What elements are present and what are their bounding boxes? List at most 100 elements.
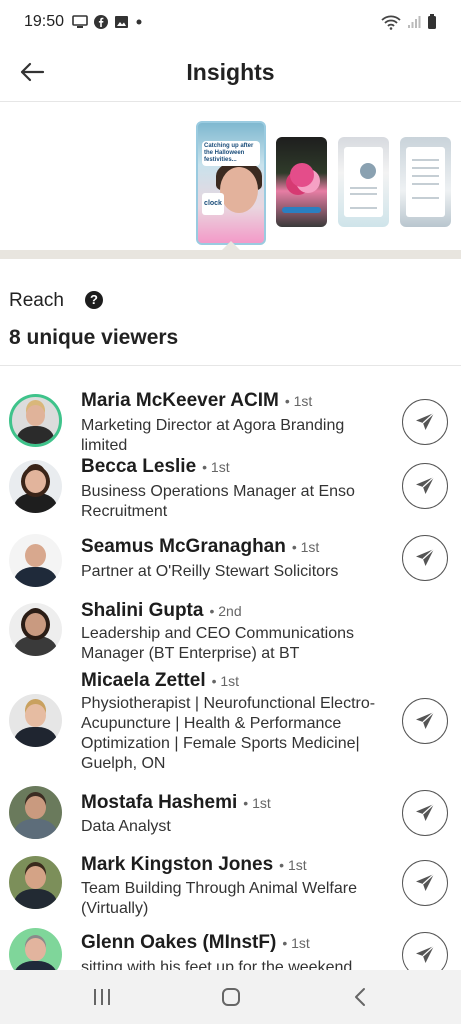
story-thumbnail[interactable] bbox=[400, 137, 451, 227]
story-thumbnail[interactable] bbox=[338, 137, 389, 227]
viewer-headline: Team Building Through Animal Welfare (Vi… bbox=[81, 880, 357, 917]
story-thumbnail[interactable] bbox=[276, 137, 327, 227]
story-thumbnails: Catching up after the Halloween festivit… bbox=[0, 103, 461, 259]
status-bar: 19:50 bbox=[0, 0, 461, 44]
send-message-button[interactable] bbox=[402, 860, 448, 906]
doc-line bbox=[412, 159, 439, 161]
viewer-name[interactable]: Seamus McGranaghan • 1st bbox=[81, 536, 319, 558]
home-icon bbox=[222, 988, 240, 1006]
send-message-button[interactable] bbox=[402, 932, 448, 970]
recent-apps-button[interactable] bbox=[82, 982, 122, 1012]
viewer-name[interactable]: Glenn Oakes (MInstF) • 1st bbox=[81, 932, 310, 954]
connection-degree: • 1st bbox=[279, 857, 307, 873]
avatar-body bbox=[14, 635, 57, 656]
avatar-body bbox=[14, 492, 57, 513]
avatar[interactable] bbox=[9, 694, 62, 747]
avatar[interactable] bbox=[9, 394, 62, 447]
status-time: 19:50 bbox=[24, 13, 65, 30]
dot-icon bbox=[136, 19, 142, 25]
profile-card-image bbox=[344, 147, 383, 217]
connection-degree: • 1st bbox=[243, 795, 271, 811]
avatar-body bbox=[14, 566, 57, 587]
doc-line bbox=[412, 197, 439, 199]
signal-icon bbox=[408, 16, 421, 28]
avatar-body bbox=[14, 818, 57, 839]
viewer-headline: Data Analyst bbox=[81, 818, 171, 835]
send-icon bbox=[416, 873, 435, 891]
avatar-body bbox=[14, 960, 57, 970]
battery-icon bbox=[428, 14, 436, 29]
send-message-button[interactable] bbox=[402, 463, 448, 509]
recent-apps-icon bbox=[94, 989, 110, 1005]
system-navigation-bar bbox=[0, 970, 461, 1024]
send-icon bbox=[416, 945, 435, 963]
viewer-name-text: Mark Kingston Jones bbox=[81, 854, 274, 875]
unique-viewers-count: 8 unique viewers bbox=[9, 326, 179, 349]
avatar-body bbox=[14, 726, 57, 747]
story-brand-label: clock bbox=[202, 193, 224, 215]
reach-section: Reach ? 8 unique viewers bbox=[0, 280, 461, 366]
viewer-headline: Partner at O'Reilly Stewart Solicitors bbox=[81, 563, 339, 580]
avatar[interactable] bbox=[9, 856, 62, 909]
avatar-body bbox=[16, 426, 55, 444]
story-thumbnail-selected[interactable]: Catching up after the Halloween festivit… bbox=[196, 121, 266, 245]
avatar-head bbox=[24, 865, 47, 889]
system-back-button[interactable] bbox=[340, 982, 380, 1012]
viewer-name-text: Becca Leslie bbox=[81, 456, 197, 477]
send-icon bbox=[416, 412, 435, 430]
viewer-name-text: Shalini Gupta bbox=[81, 600, 204, 621]
avatar[interactable] bbox=[9, 534, 62, 587]
viewer-name[interactable]: Micaela Zettel • 1st bbox=[81, 670, 239, 692]
send-icon bbox=[416, 476, 435, 494]
avatar[interactable] bbox=[9, 460, 62, 513]
avatar-head bbox=[26, 405, 45, 427]
back-button[interactable] bbox=[16, 56, 48, 88]
facebook-icon bbox=[94, 15, 109, 29]
viewer-name[interactable]: Mark Kingston Jones • 1st bbox=[81, 854, 307, 876]
avatar[interactable] bbox=[9, 786, 62, 839]
section-divider bbox=[0, 250, 461, 259]
connection-degree: • 1st bbox=[291, 539, 320, 555]
home-button[interactable] bbox=[211, 982, 251, 1012]
doc-line bbox=[412, 183, 439, 185]
send-message-button[interactable] bbox=[402, 790, 448, 836]
reach-label: Reach bbox=[9, 290, 64, 311]
send-message-button[interactable] bbox=[402, 399, 448, 445]
flower-image bbox=[290, 163, 314, 187]
connection-degree: • 1st bbox=[211, 673, 240, 689]
send-message-button[interactable] bbox=[402, 535, 448, 581]
connection-degree: • 1st bbox=[284, 393, 313, 409]
avatar-head bbox=[24, 469, 47, 493]
viewer-name[interactable]: Mostafa Hashemi • 1st bbox=[81, 792, 271, 814]
help-icon[interactable]: ? bbox=[85, 291, 103, 309]
card-line bbox=[350, 207, 377, 209]
viewer-name-text: Maria McKeever ACIM bbox=[81, 390, 279, 411]
send-icon bbox=[416, 803, 435, 821]
document-image bbox=[406, 147, 445, 217]
connection-degree: • 2nd bbox=[209, 603, 242, 619]
arrow-left-icon bbox=[20, 62, 45, 82]
send-icon bbox=[416, 711, 435, 729]
card-avatar bbox=[360, 163, 376, 179]
viewer-name-text: Seamus McGranaghan bbox=[81, 536, 286, 557]
send-message-button[interactable] bbox=[402, 698, 448, 744]
viewer-headline: sitting with his feet up for the weekend bbox=[81, 959, 353, 970]
viewer-name[interactable]: Shalini Gupta • 2nd bbox=[81, 600, 242, 622]
avatar-head bbox=[24, 937, 47, 961]
viewer-name-text: Glenn Oakes (MInstF) bbox=[81, 932, 277, 953]
viewer-headline: Leadership and CEO Communications Manage… bbox=[81, 625, 355, 662]
avatar[interactable] bbox=[9, 928, 62, 970]
viewer-name[interactable]: Becca Leslie • 1st bbox=[81, 456, 230, 478]
top-app-bar: Insights bbox=[0, 44, 461, 102]
viewer-name[interactable]: Maria McKeever ACIM • 1st bbox=[81, 390, 312, 412]
avatar-head bbox=[24, 795, 47, 819]
avatar-head bbox=[24, 612, 47, 636]
viewer-headline: Business Operations Manager at Enso Recr… bbox=[81, 483, 355, 520]
viewer-headline: Marketing Director at Agora Branding lim… bbox=[81, 417, 345, 454]
send-icon bbox=[416, 548, 435, 566]
doc-line bbox=[412, 167, 439, 169]
avatar[interactable] bbox=[9, 603, 62, 656]
viewer-headline: Physiotherapist | Neurofunctional Electr… bbox=[81, 695, 376, 772]
back-icon bbox=[355, 988, 365, 1006]
image-icon bbox=[115, 16, 129, 28]
